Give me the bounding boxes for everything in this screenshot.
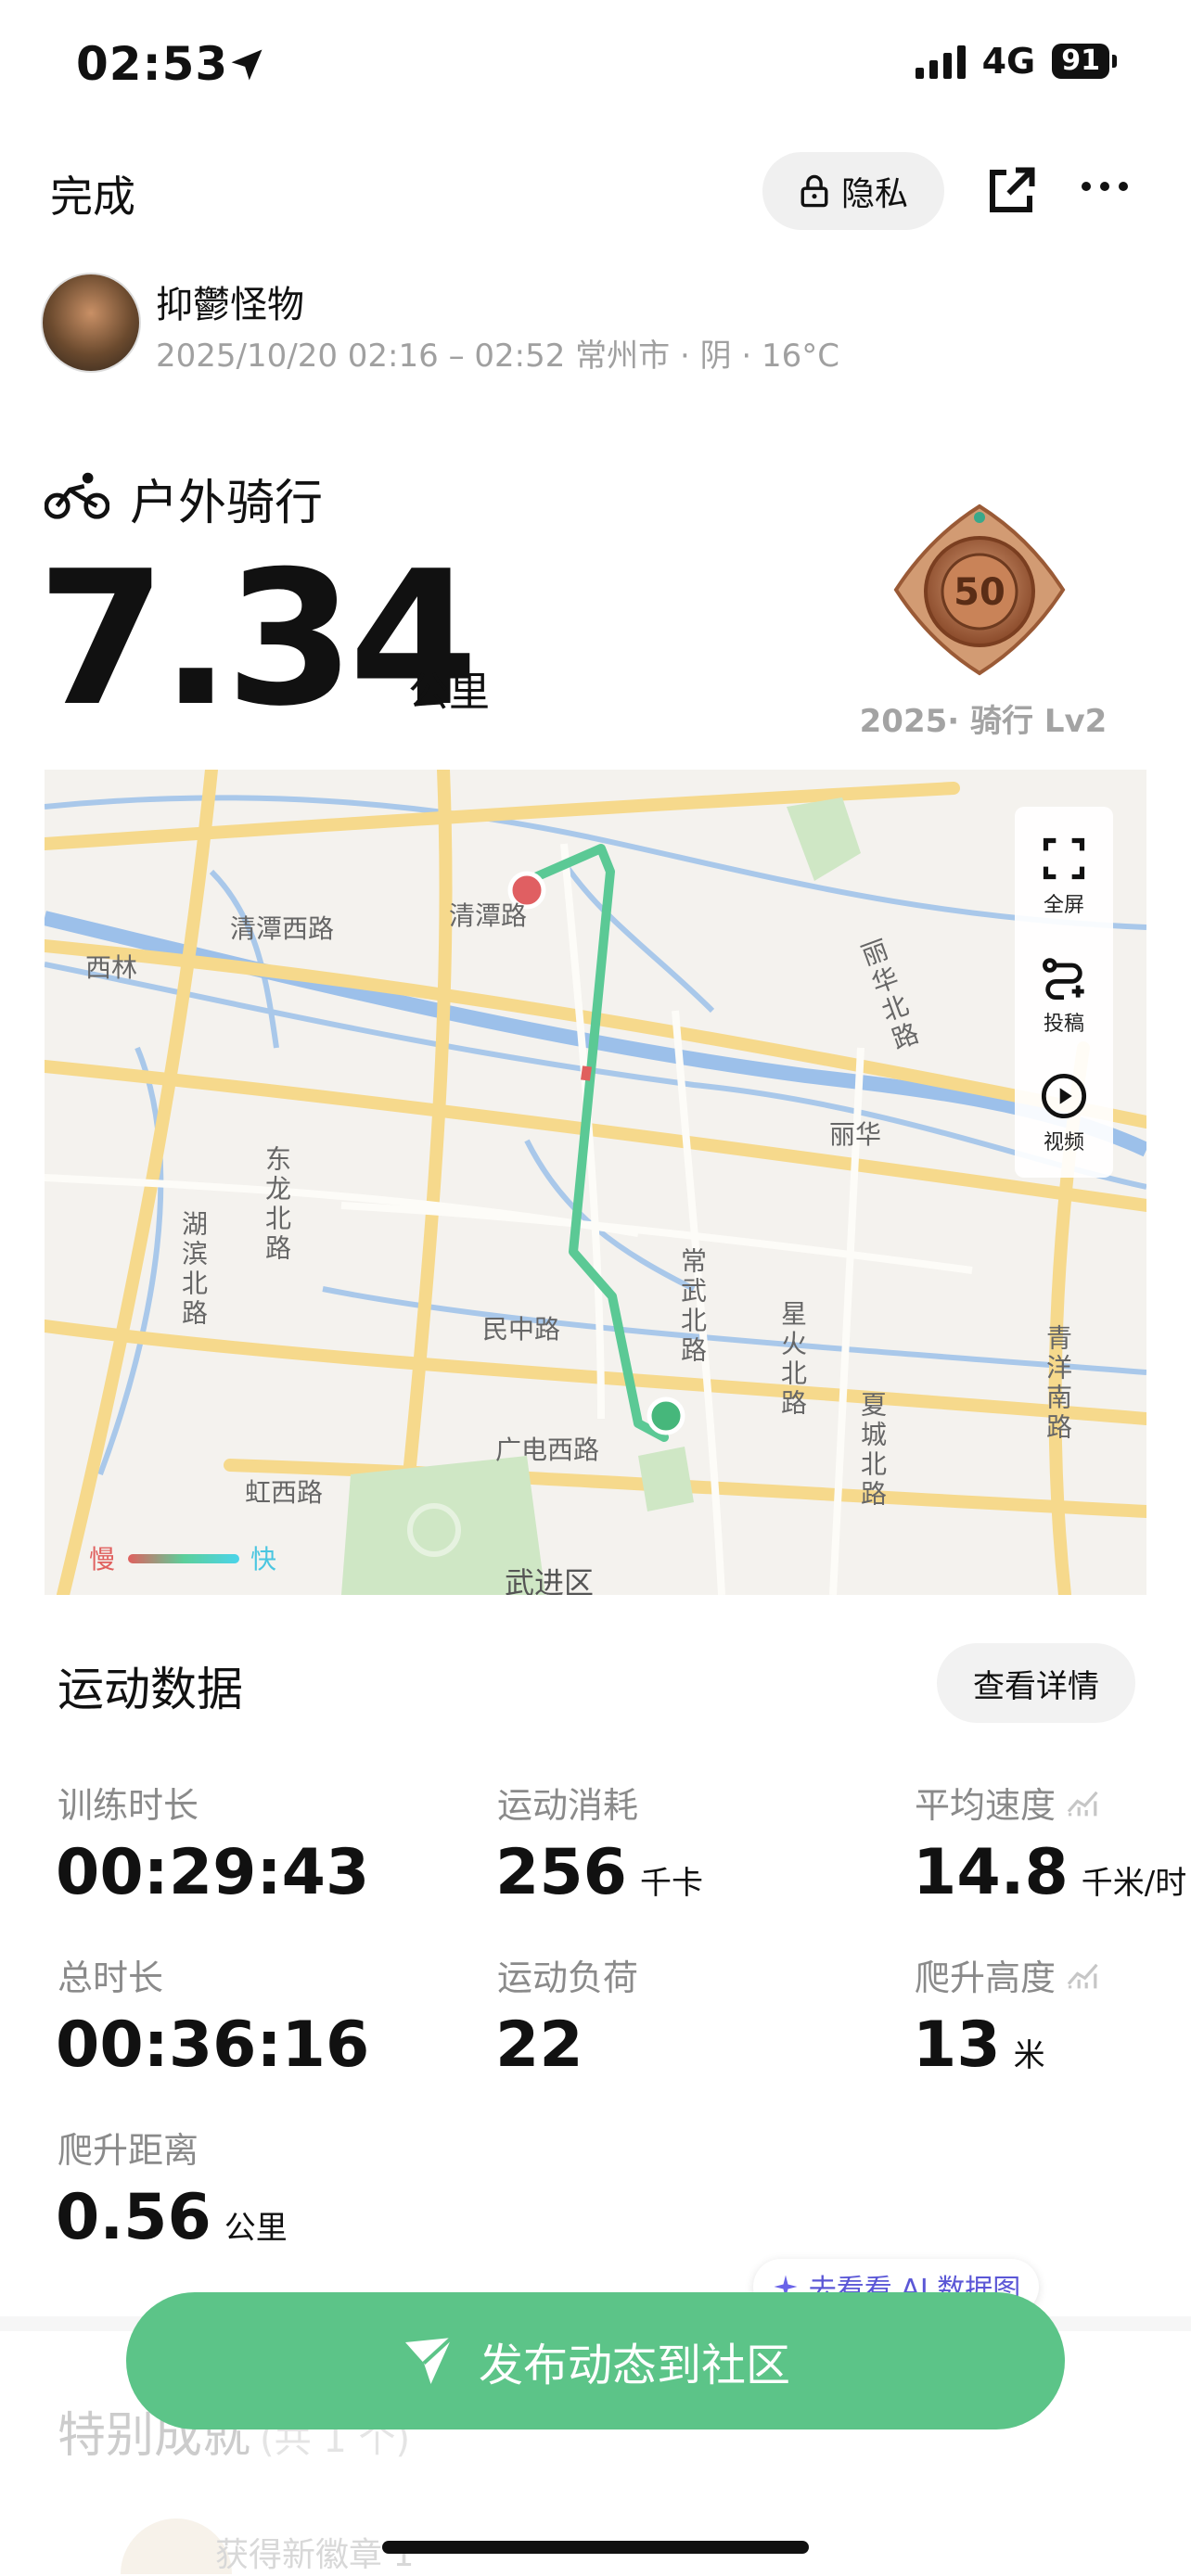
legend-slow: 慢 (89, 1544, 116, 1575)
stat-label: 运动消耗 (497, 1785, 639, 1826)
stat-value: 13 米 (913, 2009, 1045, 2082)
publish-label: 发布动态到社区 (478, 2340, 790, 2391)
network-type: 4G (981, 41, 1036, 82)
badge-medal-icon[interactable]: 50 (890, 501, 1069, 679)
badge-caption: 2025· 骑行 Lv2 (859, 703, 1108, 740)
privacy-label: 隐私 (840, 175, 908, 213)
send-icon (404, 2336, 454, 2384)
map-label: 湖滨北路 (178, 1210, 209, 1329)
username: 抑鬱怪物 (156, 284, 304, 326)
route-submit-icon (1043, 958, 1084, 1001)
map-label: 青洋南路 (1043, 1324, 1073, 1443)
route-end-marker (647, 1396, 685, 1435)
cell-signal-icon (915, 44, 966, 79)
fullscreen-icon (1043, 837, 1085, 880)
submit-route-button[interactable]: 投稿 (1015, 953, 1113, 1037)
tool-label: 投稿 (1043, 1013, 1084, 1036)
speed-legend-bar (128, 1554, 239, 1563)
share-icon[interactable] (983, 163, 1039, 219)
stat-label-avg-speed[interactable]: 平均速度 (915, 1777, 1102, 1828)
stat-value: 14.8 千米/时 (913, 1836, 1187, 1909)
map-label: 民中路 (482, 1314, 561, 1345)
map-label: 武进区 (505, 1565, 595, 1595)
tool-label: 视频 (1043, 1131, 1084, 1154)
stat-label: 总时长 (58, 1958, 164, 1998)
stat-value: 00:36:16 (56, 2009, 370, 2082)
stat-label: 爬升距离 (58, 2130, 199, 2171)
done-button[interactable]: 完成 (50, 163, 135, 224)
map-label: 西林 (85, 952, 138, 983)
map-label: 丽华 (829, 1119, 882, 1150)
stat-value: 256 千卡 (495, 1836, 703, 1909)
avatar[interactable] (41, 273, 141, 373)
home-indicator[interactable] (382, 2541, 809, 2554)
map-label: 星火北路 (777, 1300, 808, 1419)
video-button[interactable]: 视频 (1015, 1072, 1113, 1155)
lock-icon (800, 174, 828, 208)
map-label: 东龙北路 (262, 1145, 292, 1264)
stat-label: 运动负荷 (497, 1958, 639, 1998)
more-options-button[interactable] (1082, 182, 1128, 191)
stat-label: 训练时长 (58, 1785, 199, 1826)
map-canvas (45, 770, 1146, 1595)
map-label: 广电西路 (495, 1435, 600, 1465)
trend-chart-icon (1067, 1791, 1098, 1816)
privacy-button[interactable]: 隐私 (762, 152, 944, 230)
cycling-icon (45, 472, 109, 519)
legend-fast: 快 (250, 1544, 277, 1575)
map-label: 夏城北路 (857, 1391, 888, 1510)
view-details-button[interactable]: 查看详情 (937, 1643, 1135, 1723)
stats-title: 运动数据 (58, 1663, 243, 1716)
trend-chart-icon (1067, 1963, 1098, 1988)
badge-number: 50 (954, 571, 1005, 614)
publish-to-community-button[interactable]: 发布动态到社区 (126, 2292, 1065, 2429)
status-time: 02:53 (76, 37, 229, 91)
activity-meta: 2025/10/20 02:16 – 02:52 常州市 · 阴 · 16°C (156, 338, 840, 375)
distance-unit: 公里 (408, 669, 490, 716)
location-arrow-icon (231, 49, 263, 81)
status-indicators: 4G 91 (915, 41, 1117, 82)
activity-type: 户外骑行 (130, 476, 324, 531)
map-label: 清潭西路 (230, 913, 335, 944)
route-map[interactable]: 清潭西路 清潭路 西林 丽华北路 丽华 东龙北路 湖滨北路 常武北路 星火北路 … (45, 770, 1146, 1595)
stat-value: 0.56 公里 (56, 2181, 288, 2254)
map-label: 常武北路 (677, 1247, 708, 1366)
battery-icon: 91 (1052, 44, 1117, 79)
stat-value: 22 (495, 2009, 583, 2082)
stat-label-elevation[interactable]: 爬升高度 (915, 1949, 1102, 2000)
map-label: 虹西路 (245, 1477, 324, 1508)
tool-label: 全屏 (1043, 894, 1084, 917)
route-slow-segment (581, 1065, 592, 1081)
battery-level: 91 (1052, 44, 1109, 79)
map-toolbar: 全屏 投稿 视频 (1015, 807, 1113, 1178)
fullscreen-button[interactable]: 全屏 (1015, 835, 1113, 918)
play-icon (1041, 1073, 1087, 1119)
stat-value: 00:29:43 (56, 1836, 370, 1909)
map-label: 清潭路 (449, 900, 528, 931)
